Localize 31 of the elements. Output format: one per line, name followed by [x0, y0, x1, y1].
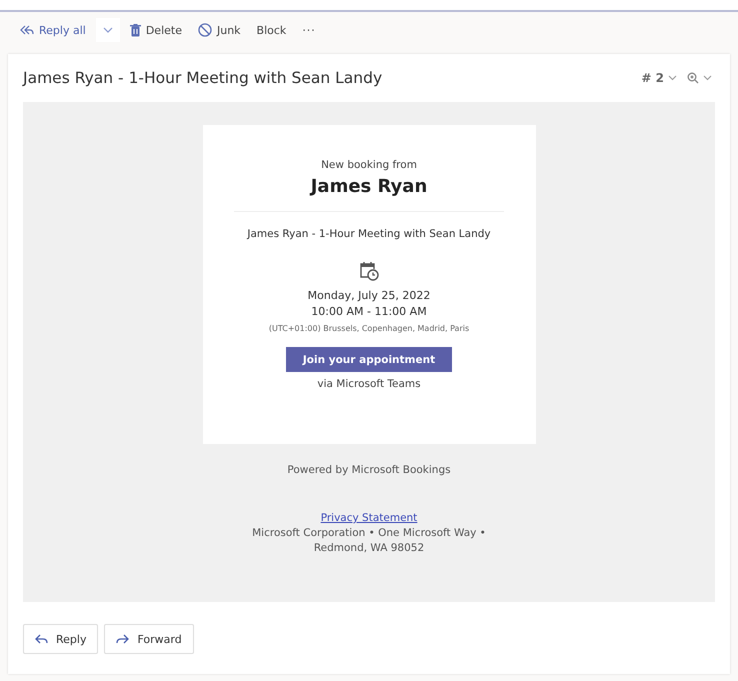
chevron-down-icon — [102, 27, 113, 33]
more-button[interactable]: ··· — [296, 20, 322, 40]
message-subject: James Ryan - 1-Hour Meeting with Sean Landy — [23, 69, 382, 87]
forward-icon — [116, 634, 130, 644]
booking-timezone: (UTC+01:00) Brussels, Copenhagen, Madrid, Paris — [268, 324, 470, 333]
reply-icon — [35, 634, 48, 644]
booking-time: 10:00 AM - 11:00 AM — [311, 304, 427, 320]
reply-button[interactable]: Reply — [23, 624, 98, 654]
block-icon — [198, 23, 212, 37]
forward-button[interactable]: Forward — [104, 624, 194, 654]
address-line: Redmond, WA 98052 — [314, 542, 424, 554]
reply-all-icon — [20, 24, 34, 36]
block-button[interactable]: Block — [250, 20, 292, 40]
privacy-link[interactable]: Privacy Statement — [320, 512, 418, 524]
delete-button[interactable]: Delete — [124, 20, 188, 40]
service-name: James Ryan - 1-Hour Meeting with Sean Landy — [247, 228, 491, 240]
address-line: Microsoft Corporation • One Microsoft Way • — [252, 527, 486, 539]
trash-icon — [130, 24, 141, 36]
chevron-down-icon — [668, 75, 677, 81]
booking-intro: New booking from — [321, 159, 417, 171]
powered-by-text: Powered by Microsoft Bookings — [287, 464, 451, 476]
calendar-clock-icon — [359, 260, 379, 282]
zoom-icon — [687, 72, 699, 84]
message-count-button[interactable]: # 2 — [638, 69, 680, 87]
junk-button[interactable]: Junk — [192, 20, 247, 40]
booking-date: Monday, July 25, 2022 — [308, 288, 430, 304]
meeting-platform: via Microsoft Teams — [317, 378, 421, 390]
customer-name: James Ryan — [310, 176, 428, 197]
join-appointment-button[interactable]: Join your appointment — [286, 347, 452, 372]
reply-all-button[interactable]: Reply all — [14, 20, 92, 40]
chevron-down-icon — [703, 75, 712, 81]
